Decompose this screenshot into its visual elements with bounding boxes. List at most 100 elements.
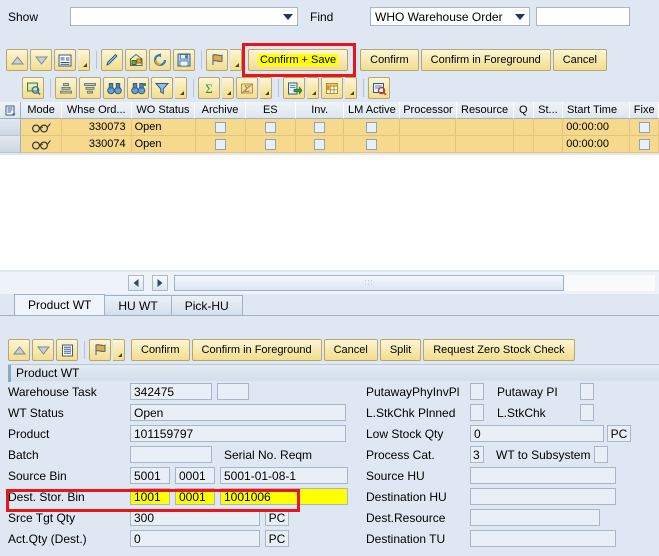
- row-selector[interactable]: [0, 136, 22, 153]
- move-down-icon[interactable]: [32, 339, 54, 361]
- move-up-icon[interactable]: [8, 339, 30, 361]
- warehouse-task-input[interactable]: 342475: [130, 383, 212, 400]
- tab-pick-hu[interactable]: Pick-HU: [170, 295, 243, 315]
- total-icon[interactable]: Σ: [198, 77, 220, 99]
- scroll-right-icon[interactable]: [152, 275, 168, 291]
- cancel-button[interactable]: Cancel: [552, 49, 607, 71]
- select-all-icon[interactable]: [0, 102, 22, 119]
- find-input[interactable]: [536, 7, 630, 26]
- wt-status-input[interactable]: Open: [130, 404, 346, 421]
- cell-lm-active[interactable]: [344, 136, 401, 153]
- detail-cancel-button[interactable]: Cancel: [323, 339, 378, 361]
- wt-to-subsystem-checkbox[interactable]: [594, 446, 608, 463]
- tab-hu-wt[interactable]: HU WT: [104, 295, 172, 315]
- product-input[interactable]: 101159797: [130, 425, 346, 442]
- more-functions-icon[interactable]: [89, 339, 111, 361]
- detail-split-button[interactable]: Split: [379, 339, 422, 361]
- sort-descending-icon[interactable]: [79, 77, 101, 99]
- archive-checkbox[interactable]: [214, 138, 226, 150]
- source-hu-input[interactable]: [470, 467, 616, 484]
- cell-archive[interactable]: [195, 119, 246, 136]
- col-header-fixed[interactable]: Fixe: [629, 102, 659, 119]
- row-selector[interactable]: [0, 119, 22, 136]
- cell-es[interactable]: [245, 136, 296, 153]
- process-cat-input[interactable]: 3: [470, 446, 484, 463]
- col-header-inv[interactable]: Inv.: [295, 102, 345, 119]
- refresh-icon[interactable]: [149, 49, 171, 71]
- act-qty-dest-input[interactable]: 0: [130, 530, 260, 547]
- fixed-checkbox[interactable]: [638, 121, 650, 133]
- putaway-pi-checkbox[interactable]: [580, 383, 594, 400]
- lm-active-checkbox[interactable]: [366, 121, 378, 133]
- layout-dropdown-arrow[interactable]: [345, 77, 357, 99]
- col-header-whse-order[interactable]: Whse Ord...: [61, 102, 132, 119]
- show-dropdown[interactable]: [70, 7, 298, 26]
- col-header-st[interactable]: St...: [533, 102, 563, 119]
- find-icon[interactable]: [103, 77, 125, 99]
- export-icon[interactable]: [283, 77, 305, 99]
- destination-hu-input[interactable]: [470, 488, 616, 505]
- print-preview-icon[interactable]: [22, 77, 44, 99]
- col-header-q[interactable]: Q: [513, 102, 534, 119]
- table-row[interactable]: 330073 Open 00:00:00: [0, 119, 659, 136]
- col-header-resource[interactable]: Resource: [456, 102, 514, 119]
- subtotal-icon[interactable]: Σ: [236, 77, 258, 99]
- lm-active-checkbox[interactable]: [366, 138, 378, 150]
- es-checkbox[interactable]: [264, 121, 276, 133]
- dest-resource-input[interactable]: [470, 509, 600, 526]
- filter-icon[interactable]: [151, 77, 173, 99]
- archive-checkbox[interactable]: [214, 121, 226, 133]
- col-header-es[interactable]: ES: [245, 102, 296, 119]
- inv-checkbox[interactable]: [314, 121, 326, 133]
- fixed-checkbox[interactable]: [638, 138, 650, 150]
- cell-archive[interactable]: [195, 136, 246, 153]
- cell-inv[interactable]: [295, 119, 345, 136]
- lstkchk-checkbox[interactable]: [580, 404, 594, 421]
- dest-stor-bin-type-input[interactable]: 0001: [175, 488, 215, 505]
- col-header-archive[interactable]: Archive: [195, 102, 246, 119]
- col-header-start-time[interactable]: Start Time: [562, 102, 630, 119]
- source-bin-warehouse-input[interactable]: 5001: [130, 467, 170, 484]
- col-header-lm-active[interactable]: LM Active: [344, 102, 401, 119]
- es-checkbox[interactable]: [264, 138, 276, 150]
- more-functions-dropdown-arrow[interactable]: [113, 339, 125, 361]
- table-row[interactable]: 330074 Open 00:00:00: [0, 136, 659, 153]
- cell-es[interactable]: [245, 119, 296, 136]
- details-icon[interactable]: [54, 49, 76, 71]
- lstkchk-plnned-checkbox[interactable]: [470, 404, 484, 421]
- subtotal-dropdown-arrow[interactable]: [260, 77, 272, 99]
- col-header-wo-status[interactable]: WO Status: [131, 102, 196, 119]
- more-functions-dropdown-arrow[interactable]: [230, 49, 242, 71]
- total-dropdown-arrow[interactable]: [222, 77, 234, 99]
- request-zero-stock-check-button[interactable]: Request Zero Stock Check: [423, 339, 575, 361]
- list-details-icon[interactable]: [56, 339, 78, 361]
- export-dropdown-arrow[interactable]: [307, 77, 319, 99]
- dest-stor-bin-warehouse-input[interactable]: 1001: [130, 488, 170, 505]
- confirm-button[interactable]: Confirm: [360, 49, 419, 71]
- source-bin-type-input[interactable]: 0001: [175, 467, 215, 484]
- grid-horizontal-scrollbar[interactable]: :::: [0, 272, 659, 294]
- find-next-icon[interactable]: [127, 77, 149, 99]
- filter-dropdown-arrow[interactable]: [175, 77, 187, 99]
- confirm-in-foreground-button[interactable]: Confirm in Foreground: [420, 49, 551, 71]
- more-functions-icon[interactable]: [206, 49, 228, 71]
- detail-magnifier-icon[interactable]: [368, 77, 390, 99]
- layout-grid-icon[interactable]: [321, 77, 343, 99]
- tab-product-wt[interactable]: Product WT: [14, 294, 106, 315]
- col-header-processor[interactable]: Processor: [400, 102, 457, 119]
- sort-ascending-icon[interactable]: [55, 77, 77, 99]
- scroll-left-icon[interactable]: [128, 275, 144, 291]
- dest-stor-bin-code-input[interactable]: 1001006: [220, 488, 348, 505]
- confirm-save-button[interactable]: Confirm + Save: [248, 49, 349, 71]
- move-up-icon[interactable]: [6, 49, 28, 71]
- edit-pencil-icon[interactable]: [101, 49, 123, 71]
- move-down-icon[interactable]: [30, 49, 52, 71]
- destination-tu-input[interactable]: [470, 530, 616, 547]
- srce-tgt-qty-input[interactable]: 300: [130, 509, 260, 526]
- putaway-phy-inv-pl-checkbox[interactable]: [470, 383, 484, 400]
- source-bin-code-input[interactable]: 5001-01-08-1: [220, 467, 348, 484]
- inv-checkbox[interactable]: [314, 138, 326, 150]
- low-stock-qty-input[interactable]: 0: [470, 425, 604, 442]
- find-dropdown[interactable]: WHO Warehouse Order: [370, 7, 530, 26]
- col-header-mode[interactable]: Mode: [21, 102, 62, 119]
